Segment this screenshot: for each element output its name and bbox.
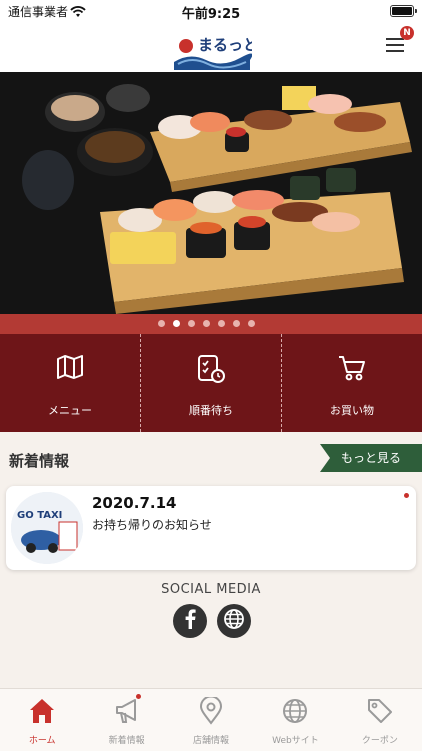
brand-logo: まるっと: [170, 24, 258, 70]
social-links: [173, 604, 251, 638]
coupon-tag-icon: [366, 697, 394, 729]
carousel-dot[interactable]: [188, 320, 195, 327]
battery-icon: [390, 5, 417, 17]
quick-nav: メニュー 順番待ち お買い物: [0, 334, 422, 432]
carousel-dot[interactable]: [203, 320, 210, 327]
see-more-button[interactable]: もっと見る: [320, 444, 422, 472]
svg-text:まるっと: まるっと: [198, 36, 252, 54]
tab-label: Webサイト: [272, 736, 319, 746]
tab-home[interactable]: ホーム: [0, 689, 84, 751]
quick-nav-label: メニュー: [48, 404, 92, 417]
carousel-dot[interactable]: [173, 320, 180, 327]
facebook-button[interactable]: [173, 604, 207, 638]
website-button[interactable]: [217, 604, 251, 638]
carousel-dot[interactable]: [218, 320, 225, 327]
hamburger-menu-button[interactable]: N: [386, 26, 414, 54]
news-thumbnail: GO TAXI: [11, 492, 83, 564]
carousel-dot[interactable]: [248, 320, 255, 327]
tab-label: 店舗情報: [193, 736, 230, 746]
tab-label: クーポン: [361, 736, 398, 746]
social-media-title: SOCIAL MEDIA: [161, 582, 261, 597]
news-section-title: 新着情報: [9, 452, 70, 470]
news-date: 2020.7.14: [92, 494, 177, 512]
bottom-tab-bar: ホーム 新着情報 店舗情報 Webサイト クーポン: [0, 688, 422, 751]
news-badge: [136, 694, 142, 699]
quick-nav-label: 順番待ち: [189, 404, 233, 417]
quick-nav-label: お買い物: [330, 404, 374, 417]
tab-store-info[interactable]: 店舗情報: [169, 689, 253, 751]
quick-nav-menu[interactable]: メニュー: [0, 334, 140, 432]
megaphone-icon: [113, 697, 141, 729]
clock-label: 午前9:25: [181, 7, 241, 22]
tab-website[interactable]: Webサイト: [253, 689, 337, 751]
news-thumb-text: GO TAXI: [17, 510, 62, 521]
tab-coupon[interactable]: クーポン: [338, 689, 422, 751]
quick-nav-queue[interactable]: 順番待ち: [140, 334, 281, 432]
unread-indicator: [404, 493, 409, 498]
news-card[interactable]: GO TAXI 2020.7.14 お持ち帰りのお知らせ: [6, 486, 416, 570]
queue-clock-icon: [196, 354, 226, 388]
map-icon: [56, 354, 84, 384]
globe-icon: [223, 608, 245, 634]
globe-icon: [281, 697, 309, 729]
quick-nav-shopping[interactable]: お買い物: [281, 334, 422, 432]
home-icon: [28, 697, 56, 729]
facebook-icon: [182, 609, 198, 633]
hero-carousel[interactable]: [0, 72, 422, 314]
tab-news[interactable]: 新着情報: [84, 689, 168, 751]
news-headline: お持ち帰りのお知らせ: [92, 518, 212, 532]
status-bar: 通信事業者 午前9:25: [0, 0, 422, 22]
carousel-pager: [0, 314, 422, 334]
location-pin-icon: [198, 695, 224, 729]
menu-badge: N: [400, 26, 414, 40]
tab-label: 新着情報: [108, 736, 145, 746]
tab-label: ホーム: [28, 736, 56, 746]
carousel-dot[interactable]: [158, 320, 165, 327]
cart-icon: [337, 354, 367, 386]
carousel-dot[interactable]: [233, 320, 240, 327]
app-header: まるっと N: [0, 22, 422, 72]
sushi-photo: [0, 72, 422, 314]
